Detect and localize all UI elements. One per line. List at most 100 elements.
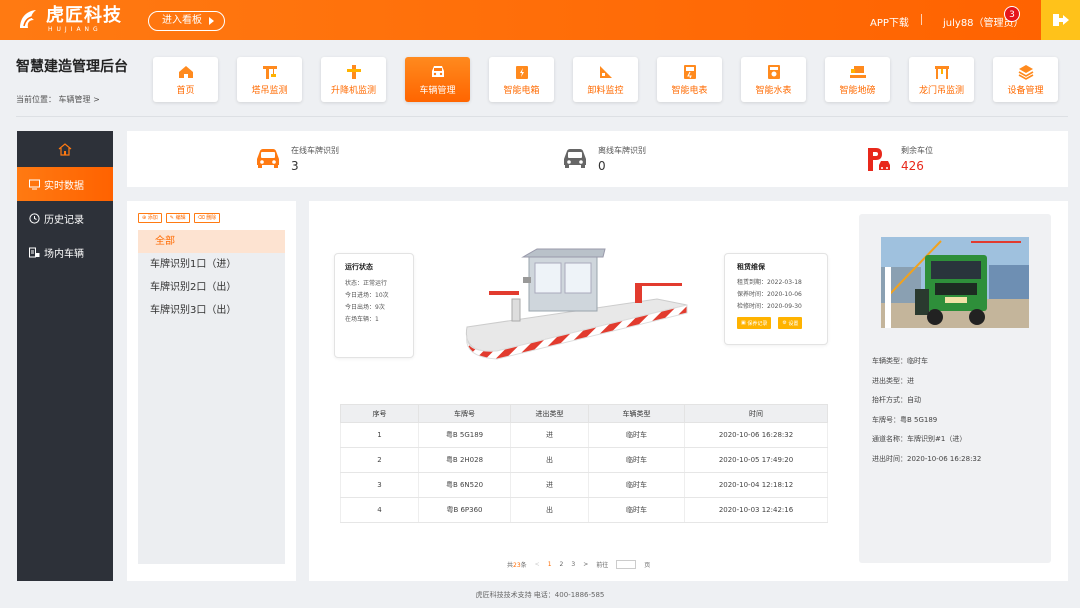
list-item[interactable]: 车牌识别1口（进） bbox=[138, 253, 285, 276]
vehicle-snapshot-image[interactable] bbox=[881, 237, 1029, 328]
page-3[interactable]: 3 bbox=[571, 561, 575, 568]
stat-value: 3 bbox=[291, 159, 299, 173]
enter-dashboard-label: 进入看板 bbox=[162, 15, 202, 26]
trash-icon: ⌫ bbox=[197, 215, 207, 221]
gate-list-panel: ⊕ 添加 ✎ 编辑 ⌫ 删除 全部 车牌识别1口（进） 车牌识别2口（出） 车牌… bbox=[127, 201, 296, 581]
page-2[interactable]: 2 bbox=[560, 561, 564, 568]
nav-home[interactable]: 首页 bbox=[153, 57, 218, 102]
maintenance-lines: 租赁到期：2022-03-18 保养时间：2020-10-06 检修时间：202… bbox=[737, 277, 827, 313]
play-icon bbox=[209, 17, 214, 25]
list-item[interactable]: 车牌识别2口（出） bbox=[138, 276, 285, 299]
list-item[interactable]: 全部 bbox=[138, 230, 285, 253]
table-cell: 2020-10-04 12:18:12 bbox=[684, 472, 828, 498]
main-panel: 运行状态 状态：正常运行 今日进场：10次 今日出场：9次 在场车辆：1 租赁维… bbox=[309, 201, 1068, 581]
toll-booth-illustration bbox=[465, 248, 688, 360]
table-header: 时间 bbox=[684, 404, 828, 423]
nav-unloading[interactable]: 卸料监控 bbox=[573, 57, 638, 102]
table-row[interactable]: 3 粤B 6N520 进 临时车 2020-10-04 12:18:12 bbox=[340, 472, 828, 498]
detail-plate-number: 车牌号：粤B 5G189 bbox=[872, 416, 938, 424]
clock-icon bbox=[29, 212, 40, 224]
enter-dashboard-button[interactable]: 进入看板 bbox=[148, 11, 225, 31]
nav-gantry-crane[interactable]: 龙门吊监测 bbox=[909, 57, 974, 102]
next-page-button[interactable]: > bbox=[583, 561, 588, 568]
stats-bar: 在线车牌识别 3 离线车牌识别 0 剩余车位 426 bbox=[127, 131, 1068, 187]
page-title: 智慧建造管理后台 bbox=[16, 59, 128, 75]
stat-label: 在线车牌识别 bbox=[291, 146, 339, 155]
maintenance-line: 保养时间：2020-10-06 bbox=[737, 291, 802, 298]
table-cell: 3 bbox=[340, 472, 419, 498]
nav-electric-box[interactable]: 智能电箱 bbox=[489, 57, 554, 102]
vehicle-detail-panel: 车辆类型：临时车 进出类型：进 抬杆方式：自动 车牌号：粤B 5G189 通道名… bbox=[859, 214, 1051, 563]
sidebar-item-vehicles-onsite[interactable]: 场内车辆 bbox=[17, 235, 113, 269]
maintenance-actions: ▣ 保养记录 ⚙ 设置 bbox=[737, 317, 827, 329]
stat-label: 离线车牌识别 bbox=[598, 146, 646, 155]
table-cell: 临时车 bbox=[588, 422, 685, 448]
table-cell: 2020-10-05 17:49:20 bbox=[684, 447, 828, 473]
car-icon bbox=[431, 65, 444, 77]
home-icon bbox=[178, 65, 193, 78]
sidebar-home[interactable] bbox=[17, 131, 113, 167]
goto-page-input[interactable] bbox=[616, 560, 637, 569]
nav-label: 首页 bbox=[176, 85, 195, 96]
nav-tower-crane[interactable]: 塔吊监测 bbox=[237, 57, 302, 102]
stat-online-recognition: 在线车牌识别 3 bbox=[255, 143, 339, 173]
edit-button[interactable]: ✎ 编辑 bbox=[165, 213, 190, 223]
detail-channel-name: 通道名称：车牌识别#1（进） bbox=[872, 435, 967, 443]
logo-subtext: HUJIANG bbox=[48, 26, 102, 33]
settings-button[interactable]: ⚙ 设置 bbox=[778, 317, 803, 329]
nav-label: 智能地磅 bbox=[839, 85, 876, 96]
divider bbox=[16, 116, 1068, 117]
run-status-line: 今日进场：10次 bbox=[345, 292, 389, 299]
table-row[interactable]: 2 粤B 2H028 出 临时车 2020-10-05 17:49:20 bbox=[340, 447, 828, 473]
page-1[interactable]: 1 bbox=[548, 561, 552, 568]
nav-label: 龙门吊监测 bbox=[918, 85, 964, 96]
run-status-line: 状态：正常运行 bbox=[345, 280, 388, 287]
table-cell: 粤B 2H028 bbox=[418, 447, 511, 473]
logo: 虎匠科技 HUJIANG bbox=[16, 6, 122, 33]
sidebar-item-history[interactable]: 历史记录 bbox=[17, 201, 113, 235]
car-list-icon bbox=[29, 247, 40, 257]
goto-label: 前往 bbox=[596, 562, 609, 569]
logout-button[interactable] bbox=[1041, 0, 1080, 40]
nav-water-meter[interactable]: 智能水表 bbox=[741, 57, 806, 102]
table-cell: 2020-10-06 16:28:32 bbox=[684, 422, 828, 448]
settings-label: 设置 bbox=[788, 320, 799, 327]
run-status-lines: 状态：正常运行 今日进场：10次 今日出场：9次 在场车辆：1 bbox=[345, 278, 413, 326]
pagination-total: 共23条 bbox=[507, 560, 527, 569]
delete-button[interactable]: ⌫ 删除 bbox=[193, 213, 221, 223]
nav-elevator[interactable]: 升降机监测 bbox=[321, 57, 386, 102]
nav-weighbridge[interactable]: 智能地磅 bbox=[825, 57, 890, 102]
table-row[interactable]: 1 粤B 5G189 进 临时车 2020-10-06 16:28:32 bbox=[340, 422, 828, 448]
gantry-crane-icon bbox=[934, 65, 949, 79]
app-download-link[interactable]: APP下载 bbox=[870, 14, 909, 29]
add-button[interactable]: ⊕ 添加 bbox=[138, 213, 162, 223]
nav-electric-meter[interactable]: 智能电表 bbox=[657, 57, 722, 102]
maintenance-record-label: 保养记录 bbox=[747, 320, 768, 327]
nav-vehicle-management[interactable]: 车辆管理 bbox=[405, 57, 470, 102]
detail-gate-mode: 抬杆方式：自动 bbox=[872, 396, 921, 404]
table-header: 进出类型 bbox=[510, 404, 589, 423]
run-status-card: 运行状态 状态：正常运行 今日进场：10次 今日出场：9次 在场车辆：1 bbox=[334, 253, 414, 358]
tiger-logo-icon bbox=[20, 10, 36, 28]
total-suffix: 条 bbox=[520, 562, 527, 569]
run-status-line: 在场车辆：1 bbox=[345, 316, 379, 323]
list-item[interactable]: 车牌识别3口（出） bbox=[138, 299, 285, 322]
pagination: 共23条 < 1 2 3 > 前往 页 bbox=[507, 560, 650, 569]
logout-icon bbox=[1052, 14, 1069, 26]
table-header: 车牌号 bbox=[418, 404, 511, 423]
table-row[interactable]: 4 粤B 6P360 出 临时车 2020-10-03 12:42:16 bbox=[340, 497, 828, 523]
nav-device-management[interactable]: 设备管理 bbox=[993, 57, 1058, 102]
sidebar-item-realtime[interactable]: 实时数据 bbox=[17, 167, 113, 201]
stat-remaining-parking: 剩余车位 426 bbox=[867, 143, 933, 173]
maintenance-record-button[interactable]: ▣ 保养记录 bbox=[737, 317, 772, 329]
table-cell: 临时车 bbox=[588, 472, 685, 498]
access-record-table: 序号 车牌号 进出类型 车辆类型 时间 1 粤B 5G189 进 临时车 202… bbox=[340, 404, 828, 523]
stat-value: 426 bbox=[901, 159, 924, 173]
detail-vehicle-type: 车辆类型：临时车 bbox=[872, 357, 928, 365]
notification-badge[interactable]: 3 bbox=[1004, 6, 1020, 22]
table-cell: 粤B 6P360 bbox=[418, 497, 511, 523]
monitor-icon bbox=[29, 179, 40, 189]
prev-page-button[interactable]: < bbox=[535, 561, 540, 568]
module-nav: 首页 塔吊监测 升降机监测 车辆管理 智能电箱 卸料监控 智能电表 智能水表 智… bbox=[153, 57, 1058, 102]
car-online-icon bbox=[257, 149, 279, 168]
